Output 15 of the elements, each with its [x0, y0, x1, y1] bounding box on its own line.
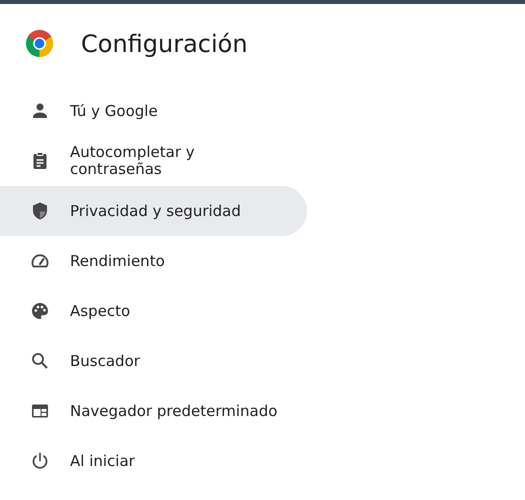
sidebar-item[interactable]: Aspecto	[0, 286, 307, 336]
browser-logo-icon	[25, 29, 54, 58]
person-icon	[30, 101, 50, 121]
shield-icon	[30, 201, 50, 221]
sidebar-item[interactable]: Al iniciar	[0, 436, 307, 486]
search-icon	[30, 351, 50, 371]
page-title: Configuración	[81, 30, 248, 58]
sidebar-item[interactable]: Buscador	[0, 336, 307, 386]
palette-icon	[30, 301, 50, 321]
sidebar-item[interactable]: Rendimiento	[0, 236, 307, 286]
power-icon	[30, 451, 50, 471]
sidebar-item[interactable]: Privacidad y seguridad	[0, 186, 307, 236]
sidebar-item[interactable]: Autocompletar y contraseñas	[0, 136, 307, 186]
sidebar-item[interactable]: Tú y Google	[0, 86, 307, 136]
sidebar-item[interactable]: Navegador predeterminado	[0, 386, 307, 436]
